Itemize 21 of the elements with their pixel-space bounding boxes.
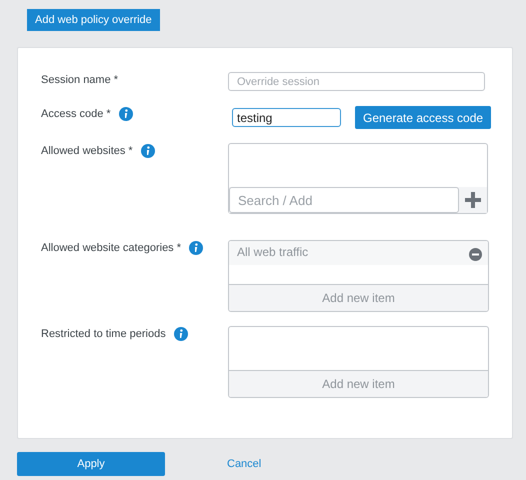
cancel-link[interactable]: Cancel — [227, 456, 262, 472]
info-icon[interactable] — [189, 241, 204, 256]
search-field[interactable]: Search / Add — [229, 187, 459, 214]
access-code-field[interactable]: testing — [232, 108, 341, 128]
remove-icon[interactable] — [469, 248, 482, 262]
text-field[interactable]: Override session — [228, 72, 485, 92]
add-item-button[interactable]: Add new item — [229, 284, 488, 312]
list-item[interactable]: All web traffic — [229, 241, 488, 266]
apply-button[interactable]: Apply — [17, 452, 165, 476]
generate-button[interactable]: Generate access code — [355, 106, 492, 130]
field-label: Restricted to time periods — [41, 327, 166, 342]
info-icon[interactable] — [118, 107, 133, 122]
add-override-button[interactable]: Add web policy override — [27, 9, 160, 32]
info-icon[interactable] — [174, 327, 188, 342]
field-label: Allowed website categories * — [41, 241, 182, 256]
info-icon[interactable] — [140, 144, 155, 158]
field-label: Access code * — [41, 107, 111, 122]
add-item-button[interactable]: Add new item — [229, 370, 488, 398]
field-label: Session name * — [41, 73, 118, 88]
field-label: Allowed websites * — [41, 144, 133, 160]
plus-icon[interactable] — [465, 192, 481, 208]
